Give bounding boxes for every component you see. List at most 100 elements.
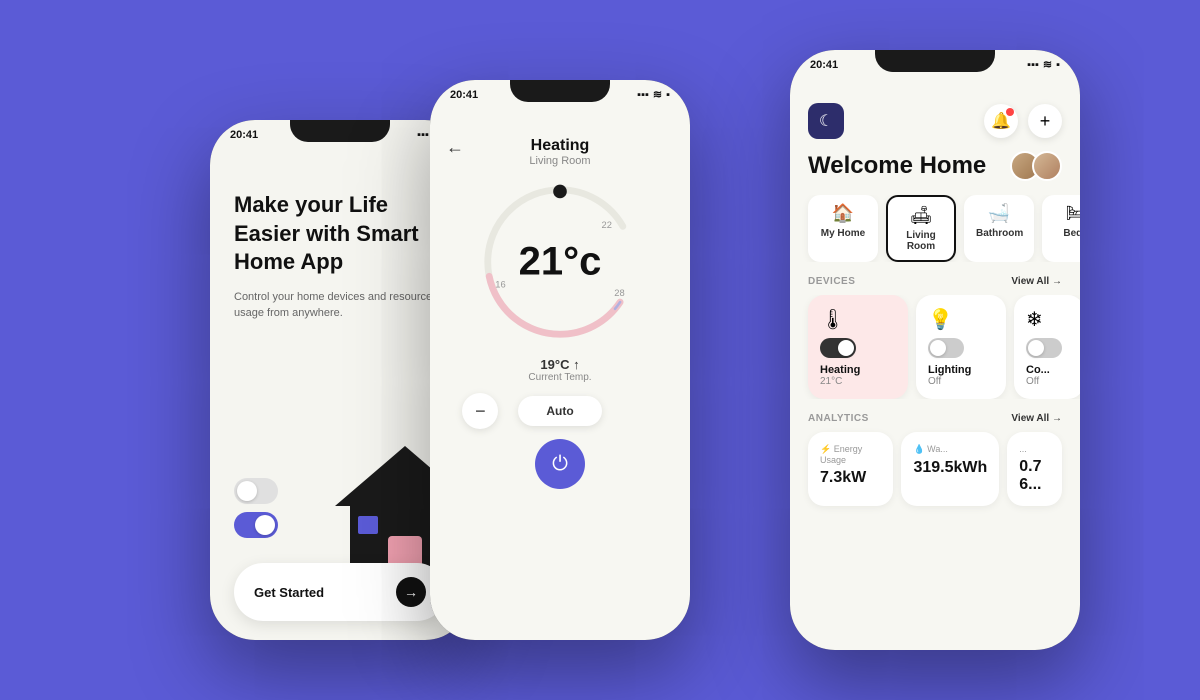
- temp-display: 21°c: [519, 240, 602, 285]
- toggle-knob-1: [237, 481, 257, 501]
- bedroom-label: Bed...: [1054, 228, 1080, 239]
- co-toggle[interactable]: [1026, 338, 1062, 358]
- lighting-device-name: Lighting: [928, 364, 994, 376]
- devices-view-all[interactable]: View All →: [1011, 276, 1062, 287]
- heating-title: Heating: [430, 137, 690, 155]
- svg-text:28: 28: [614, 288, 624, 298]
- temp-value: 21°c: [519, 240, 602, 285]
- my-home-icon: 🏠: [820, 203, 866, 224]
- co-device-status: Off: [1026, 376, 1072, 387]
- tab-living-room[interactable]: 🛋 Living Room: [886, 195, 956, 262]
- auto-button[interactable]: Auto: [518, 396, 601, 426]
- heating-device-icon: 🌡: [820, 307, 896, 332]
- co-device-name: Co...: [1026, 364, 1072, 376]
- lighting-device-status: Off: [928, 376, 994, 387]
- tab-bathroom[interactable]: 🛁 Bathroom: [964, 195, 1034, 262]
- notification-dot: [1006, 108, 1014, 116]
- co-toggle-knob: [1028, 340, 1044, 356]
- device-co: ❄ Co... Off: [1014, 295, 1080, 399]
- svg-text:22: 22: [602, 220, 612, 230]
- toggle-2[interactable]: [234, 512, 278, 538]
- phone-3: 20:41 ▪▪▪ ≋ ▪ ☾ 🔔 +: [790, 50, 1080, 650]
- tab-bedroom[interactable]: 🛏 Bed...: [1042, 195, 1080, 262]
- bathroom-label: Bathroom: [976, 228, 1022, 239]
- back-button[interactable]: ←: [446, 137, 464, 158]
- device-lighting: 💡 Lighting Off: [916, 295, 1006, 399]
- toggle-group: [234, 478, 278, 546]
- other-value: 0.7 6...: [1019, 458, 1050, 494]
- notch-2: [510, 80, 610, 102]
- time-3: 20:41: [810, 59, 838, 71]
- get-started-button[interactable]: Get Started →: [234, 563, 446, 621]
- water-value: 319.5kWh: [913, 459, 987, 477]
- wifi-icon-2: ≋: [653, 88, 662, 101]
- energy-value: 7.3kW: [820, 469, 881, 487]
- phone1-title: Make your Life Easier with Smart Home Ap…: [234, 191, 446, 277]
- analytics-row: ⚡ Energy Usage 7.3kW 💧 Wa... 319.5kWh ..…: [790, 432, 1080, 506]
- get-started-label: Get Started: [254, 585, 324, 600]
- bathroom-icon: 🛁: [976, 203, 1022, 224]
- signal-icon-3: ▪▪▪: [1027, 59, 1039, 71]
- notch-1: [290, 120, 390, 142]
- phone1-subtitle: Control your home devices and resources …: [234, 289, 446, 322]
- toggle-1[interactable]: [234, 478, 278, 504]
- status-icons-3: ▪▪▪ ≋ ▪: [1027, 58, 1060, 71]
- time-2: 20:41: [450, 89, 478, 101]
- analytics-section-header: ANALYTICS View All →: [790, 413, 1080, 424]
- notification-button[interactable]: 🔔: [984, 104, 1018, 138]
- arrow-icon: →: [396, 577, 426, 607]
- water-label: 💧 Wa...: [913, 444, 987, 455]
- analytics-label: ANALYTICS: [808, 413, 869, 424]
- lighting-toggle-knob: [930, 340, 946, 356]
- device-heating: 🌡 Heating 21°C: [808, 295, 908, 399]
- welcome-section: Welcome Home: [790, 151, 1080, 181]
- welcome-title: Welcome Home: [808, 152, 986, 180]
- current-temp: 19°C ↑: [430, 357, 690, 372]
- thermostat-container: 22 16 28 21°c: [430, 177, 690, 347]
- other-label: ...: [1019, 444, 1050, 454]
- phone-2: 20:41 ▪▪▪ ≋ ▪ ← Heating Living Room: [430, 80, 690, 640]
- living-room-label: Living Room: [900, 230, 942, 252]
- minus-button[interactable]: −: [462, 393, 498, 429]
- energy-label: ⚡ Energy Usage: [820, 444, 881, 465]
- current-temp-label: Current Temp.: [430, 372, 690, 383]
- svg-text:16: 16: [495, 280, 505, 290]
- heating-device-status: 21°C: [820, 376, 896, 387]
- tab-my-home[interactable]: 🏠 My Home: [808, 195, 878, 262]
- app-icon[interactable]: ☾: [808, 103, 844, 139]
- time-1: 20:41: [230, 129, 258, 141]
- phones-wrapper: 20:41 ▪▪▪ ≋ ▪ Make your Life Easier with…: [0, 0, 1200, 700]
- signal-icon-1: ▪▪▪: [417, 129, 429, 141]
- thermostat-ring[interactable]: 22 16 28 21°c: [475, 177, 645, 347]
- phone-2-screen: 20:41 ▪▪▪ ≋ ▪ ← Heating Living Room: [430, 80, 690, 640]
- analytics-water: 💧 Wa... 319.5kWh: [901, 432, 999, 506]
- battery-icon-2: ▪: [666, 89, 670, 101]
- signal-icon-2: ▪▪▪: [637, 89, 649, 101]
- phone-3-screen: 20:41 ▪▪▪ ≋ ▪ ☾ 🔔 +: [790, 50, 1080, 650]
- analytics-energy: ⚡ Energy Usage 7.3kW: [808, 432, 893, 506]
- notch-3: [875, 50, 995, 72]
- add-button[interactable]: +: [1028, 104, 1062, 138]
- phone3-content: ☾ 🔔 + Welcome Home: [790, 71, 1080, 650]
- living-room-icon: 🛋: [900, 205, 942, 226]
- phone2-controls: − Auto: [430, 393, 690, 429]
- heating-device-name: Heating: [820, 364, 896, 376]
- battery-icon-3: ▪: [1056, 59, 1060, 71]
- avatar-2: [1032, 151, 1062, 181]
- devices-label: DEVICES: [808, 276, 855, 287]
- current-temp-block: 19°C ↑ Current Temp.: [430, 357, 690, 383]
- status-icons-2: ▪▪▪ ≋ ▪: [637, 88, 670, 101]
- heating-title-block: Heating Living Room: [430, 137, 690, 167]
- my-home-label: My Home: [820, 228, 866, 239]
- header-right: 🔔 +: [984, 104, 1062, 138]
- lighting-device-icon: 💡: [928, 307, 994, 332]
- wifi-icon-3: ≋: [1043, 58, 1052, 71]
- co-device-icon: ❄: [1026, 307, 1072, 332]
- analytics-view-all[interactable]: View All →: [1011, 413, 1062, 424]
- toggle-knob-2: [255, 515, 275, 535]
- bedroom-icon: 🛏: [1054, 203, 1080, 224]
- lighting-toggle[interactable]: [928, 338, 964, 358]
- power-button[interactable]: ⏻: [535, 439, 585, 489]
- heating-header: ← Heating Living Room: [430, 137, 690, 167]
- heating-toggle[interactable]: [820, 338, 856, 358]
